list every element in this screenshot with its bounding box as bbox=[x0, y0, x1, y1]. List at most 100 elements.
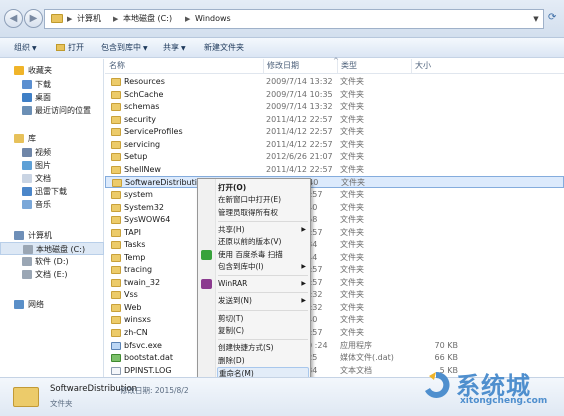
menu-item[interactable]: WinRAR ▶ bbox=[217, 278, 309, 290]
file-row[interactable]: winsxs2015/8/2 :40文件夹 bbox=[105, 314, 564, 326]
open-button[interactable]: 打开 bbox=[56, 38, 84, 58]
folder-icon bbox=[51, 14, 63, 23]
file-row[interactable]: ServiceProfiles 2011/4/12 22:57 文件夹 bbox=[105, 126, 564, 138]
file-row[interactable]: tracing2011/4/12 :57文件夹 bbox=[105, 264, 564, 276]
menu-item-label: WinRAR bbox=[218, 279, 248, 289]
file-type: 文件夹 bbox=[340, 265, 364, 275]
folder-icon bbox=[112, 179, 122, 188]
menu-item-label: 发送到(N) bbox=[218, 296, 252, 306]
menu-item[interactable]: 删除(D) bbox=[217, 355, 309, 367]
file-row[interactable]: Setup 2012/6/26 21:07 文件夹 bbox=[105, 151, 564, 163]
sidebar-item[interactable]: 音乐 bbox=[0, 198, 104, 211]
sidebar-item[interactable]: 迅雷下载 bbox=[0, 185, 104, 198]
sidebar-item[interactable]: 最近访问的位置 bbox=[0, 104, 104, 117]
include-in-library-button[interactable]: 包含到库中 ▼ bbox=[101, 38, 148, 59]
new-folder-button[interactable]: 新建文件夹 bbox=[204, 38, 244, 58]
menu-item[interactable]: 管理员取得所有权 bbox=[217, 207, 309, 219]
refresh-icon[interactable]: ⟳ bbox=[548, 12, 560, 24]
file-row[interactable]: SysWOW642015/8/2 :58文件夹 bbox=[105, 214, 564, 226]
context-menu: 打开(O) 在新窗口中打开(E) 管理员取得所有权 共享(H) ▶ 还原以前的版本(V) 使… bbox=[197, 178, 311, 408]
sidebar-item[interactable]: 文档 (E:) bbox=[0, 268, 104, 281]
chevron-down-icon: ▼ bbox=[181, 45, 186, 52]
column-header-date[interactable]: 修改日期 bbox=[263, 59, 337, 73]
sidebar-item-label: 计算机 bbox=[28, 231, 52, 240]
column-header-type[interactable]: 类型 bbox=[337, 59, 411, 73]
address-history-dropdown-icon[interactable]: ▼ bbox=[528, 9, 544, 29]
menu-item[interactable]: 剪切(T) bbox=[217, 313, 309, 325]
file-row[interactable]: schemas 2009/7/14 13:32 文件夹 bbox=[105, 101, 564, 113]
file-row[interactable]: SoftwareDistribution2015/8/2 :40文件夹 bbox=[105, 176, 564, 189]
sidebar-item[interactable]: 视频 bbox=[0, 146, 104, 159]
menu-item[interactable]: 还原以前的版本(V) bbox=[217, 236, 309, 248]
menu-item[interactable]: 在新窗口中打开(E) bbox=[217, 194, 309, 206]
folder-icon bbox=[111, 303, 121, 312]
menu-item[interactable]: 打开(O) bbox=[217, 182, 309, 194]
breadcrumb-windows[interactable]: Windows bbox=[195, 10, 231, 28]
menu-item[interactable]: 共享(H) ▶ bbox=[217, 224, 309, 236]
sidebar-item[interactable]: 下载 bbox=[0, 78, 104, 91]
file-row[interactable]: bfsvc.exe2010/11/20 :24应用程序70 KB bbox=[105, 340, 564, 352]
sidebar-item[interactable]: 软件 (D:) bbox=[0, 255, 104, 268]
file-name: ShellNew bbox=[124, 164, 161, 174]
file-row[interactable]: Temp2015/8/2 :44文件夹 bbox=[105, 252, 564, 264]
music-icon bbox=[22, 200, 32, 209]
address-field[interactable]: ▶ 计算机 ▶ 本地磁盘 (C:) ▶ Windows bbox=[44, 9, 544, 29]
file-type: 文件夹 bbox=[340, 139, 364, 149]
file-type: 文件夹 bbox=[340, 215, 364, 225]
sidebar-item-label: 文档 bbox=[35, 174, 51, 183]
breadcrumb-separator-icon[interactable]: ▶ bbox=[185, 10, 190, 28]
sidebar-item-label: 收藏夹 bbox=[28, 66, 52, 75]
organize-button[interactable]: 组织 ▼ bbox=[14, 38, 37, 59]
file-row[interactable]: zh-CN2011/4/12 :57文件夹 bbox=[105, 327, 564, 339]
videos-icon bbox=[22, 148, 32, 157]
file-type: 文件夹 bbox=[340, 77, 364, 86]
file-row[interactable]: Resources 2009/7/14 13:32 文件夹 bbox=[105, 76, 564, 88]
back-button[interactable]: ◀ bbox=[4, 9, 23, 28]
sidebar-item[interactable]: 计算机 bbox=[0, 229, 104, 242]
file-row[interactable]: security 2011/4/12 22:57 文件夹 bbox=[105, 114, 564, 126]
file-row[interactable]: twain_322011/4/12 :57文件夹 bbox=[105, 277, 564, 289]
menu-item[interactable]: 使用 百度杀毒 扫描 bbox=[217, 249, 309, 261]
file-row[interactable]: Tasks2015/8/2 :34文件夹 bbox=[105, 239, 564, 251]
menu-item[interactable]: 复制(C) bbox=[217, 325, 309, 337]
forward-button[interactable]: ▶ bbox=[24, 9, 43, 28]
breadcrumb-separator-icon[interactable]: ▶ bbox=[113, 10, 118, 28]
file-name: SchCache bbox=[124, 89, 164, 99]
file-row[interactable]: SchCache 2009/7/14 10:35 文件夹 bbox=[105, 89, 564, 101]
menu-separator bbox=[218, 339, 308, 341]
file-row[interactable]: System322015/8/2 :40文件夹 bbox=[105, 202, 564, 214]
column-header-name[interactable]: 名称 bbox=[105, 59, 263, 73]
file-row[interactable]: servicing 2011/4/12 22:57 文件夹 bbox=[105, 139, 564, 151]
column-header-size[interactable]: 大小 bbox=[411, 59, 471, 73]
sidebar-item[interactable]: 桌面 bbox=[0, 91, 104, 104]
recent-places-icon bbox=[22, 106, 32, 115]
menu-item[interactable]: 创建快捷方式(S) bbox=[217, 342, 309, 354]
menu-item[interactable]: 包含到库中(I) ▶ bbox=[217, 261, 309, 273]
file-row[interactable]: TAPI2011/4/12 :57文件夹 bbox=[105, 227, 564, 239]
file-type: 文件夹 bbox=[340, 302, 364, 312]
folder-icon bbox=[111, 278, 121, 287]
file-list[interactable]: 名称 修改日期 类型 大小 ^ Resources 2009/7/14 13:32… bbox=[105, 57, 564, 377]
breadcrumb-computer[interactable]: 计算机 bbox=[77, 10, 101, 28]
file-type: 文件夹 bbox=[340, 114, 364, 124]
sidebar-item[interactable]: 图片 bbox=[0, 159, 104, 172]
sidebar-item[interactable]: 库 bbox=[0, 132, 104, 145]
file-name: Setup bbox=[124, 152, 148, 162]
file-row[interactable]: ShellNew 2011/4/12 22:57 文件夹 bbox=[105, 164, 564, 176]
file-type: 文件夹 bbox=[340, 127, 364, 137]
sidebar-item[interactable]: 文档 bbox=[0, 172, 104, 185]
file-date: 2012/6/26 21:07 bbox=[266, 152, 333, 162]
navigation-pane[interactable]: 收藏夹下载 桌面 最近访问的位置库视频 图片文档迅雷下载 音乐计算机本地磁盘 (C:) 软… bbox=[0, 59, 104, 377]
share-button[interactable]: 共享 ▼ bbox=[163, 38, 186, 59]
file-row[interactable]: system2011/4/12 :57文件夹 bbox=[105, 189, 564, 201]
file-row[interactable]: Web2009/7/14 :32文件夹 bbox=[105, 302, 564, 314]
file-row[interactable]: Vss2009/7/14 :32文件夹 bbox=[105, 289, 564, 301]
menu-item[interactable]: 发送到(N) ▶ bbox=[217, 295, 309, 307]
menu-separator bbox=[218, 220, 308, 222]
sidebar-item[interactable]: 收藏夹 bbox=[0, 64, 104, 77]
sidebar-item[interactable]: 网络 bbox=[0, 298, 104, 311]
folder-icon bbox=[111, 291, 121, 300]
file-row[interactable]: bootstat.dat2015/8/2 :25媒体文件(.dat)66 KB bbox=[105, 352, 564, 364]
sidebar-item[interactable]: 本地磁盘 (C:) bbox=[0, 242, 104, 255]
breadcrumb-local-disk-c[interactable]: 本地磁盘 (C:) bbox=[123, 10, 172, 28]
